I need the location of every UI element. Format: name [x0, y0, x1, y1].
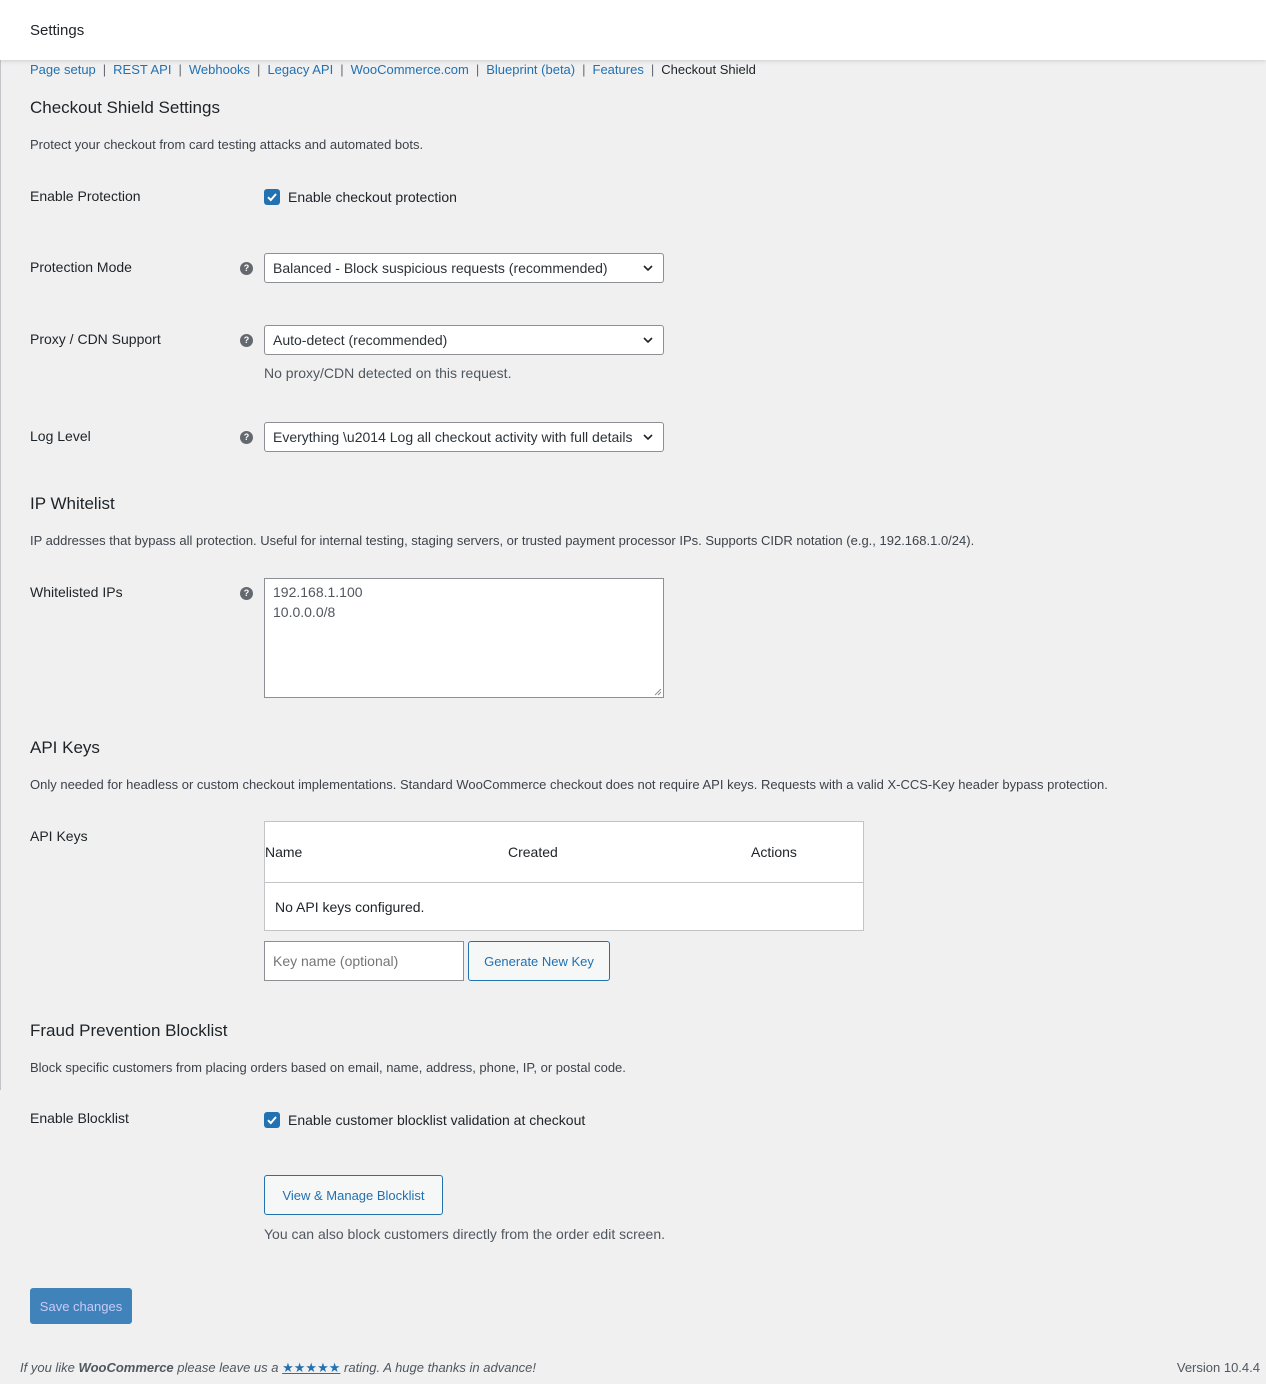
api-keys-empty-message: No API keys configured.	[275, 899, 425, 915]
enable-protection-label: Enable Protection	[30, 188, 141, 204]
rating-stars-link[interactable]: ★★★★★	[282, 1360, 340, 1375]
section-description-api-keys: Only needed for headless or custom check…	[30, 777, 1108, 792]
enable-blocklist-label: Enable Blocklist	[30, 1110, 129, 1126]
log-level-label: Log Level	[30, 428, 91, 444]
section-title-ip-whitelist: IP Whitelist	[30, 494, 115, 513]
subnav-separator: |	[340, 62, 344, 77]
footer-brand: WooCommerce	[78, 1360, 174, 1375]
proxy-cdn-selected: Auto-detect (recommended)	[273, 332, 448, 348]
protection-mode-label: Protection Mode	[30, 259, 132, 275]
chevron-down-icon	[643, 337, 653, 344]
view-manage-blocklist-button[interactable]: View & Manage Blocklist	[264, 1175, 443, 1215]
column-header-created: Created	[508, 844, 558, 860]
section-description-blocklist: Block specific customers from placing or…	[30, 1060, 626, 1075]
footer-text: please leave us a	[177, 1360, 279, 1375]
whitelisted-ips-label: Whitelisted IPs	[30, 584, 123, 600]
subnav-separator: |	[650, 62, 655, 77]
whitelisted-ips-textarea[interactable]: 192.168.1.100 10.0.0.0/8	[264, 578, 664, 698]
subnav-legacy-api[interactable]: Legacy API	[267, 62, 333, 77]
subnav-page-setup[interactable]: Page setup	[30, 62, 96, 77]
enable-blocklist-checkbox-label: Enable customer blocklist validation at …	[288, 1112, 586, 1128]
top-bar: Settings	[0, 0, 1266, 60]
subnav-blueprint[interactable]: Blueprint (beta)	[486, 62, 575, 77]
whitelisted-ip-line: 192.168.1.100	[273, 584, 363, 600]
version-text: Version 10.4.4	[1176, 1360, 1260, 1375]
left-divider	[0, 60, 1, 1090]
page-title: Settings	[30, 22, 85, 39]
subnav-rest-api[interactable]: REST API	[113, 62, 171, 77]
generate-new-key-button[interactable]: Generate New Key	[468, 941, 610, 981]
key-name-input[interactable]	[264, 941, 464, 981]
subnav-features[interactable]: Features	[593, 62, 644, 77]
save-changes-button[interactable]: Save changes	[30, 1288, 132, 1324]
question-circle-icon[interactable]: ?	[240, 334, 253, 347]
protection-mode-selected: Balanced - Block suspicious requests (re…	[273, 260, 608, 276]
footer-text: rating. A huge thanks in advance!	[344, 1360, 537, 1375]
enable-protection-checkbox[interactable]	[264, 189, 280, 205]
subnav-separator: |	[257, 62, 261, 77]
log-level-selected: Everything \u2014 Log all checkout activ…	[273, 429, 633, 445]
question-circle-icon[interactable]: ?	[240, 262, 253, 275]
footer-text: If you like	[20, 1360, 75, 1375]
settings-subnav: Page setup | REST API | Webhooks | Legacy API |…	[30, 62, 756, 77]
section-title-blocklist: Fraud Prevention Blocklist	[30, 1021, 228, 1040]
table-divider	[265, 882, 863, 883]
section-description-settings: Protect your checkout from card testing …	[30, 137, 424, 152]
subnav-separator: |	[178, 62, 182, 77]
log-level-select[interactable]: Everything \u2014 Log all checkout activ…	[264, 422, 664, 452]
protection-mode-select[interactable]: Balanced - Block suspicious requests (re…	[264, 253, 664, 283]
checkmark-icon	[267, 1116, 277, 1125]
api-keys-table: Name Created Actions No API keys configu…	[264, 821, 864, 931]
whitelisted-ip-line: 10.0.0.0/8	[273, 604, 336, 620]
subnav-woocommerce-com[interactable]: WooCommerce.com	[351, 62, 469, 77]
subnav-webhooks[interactable]: Webhooks	[189, 62, 250, 77]
subnav-separator: |	[475, 62, 480, 77]
section-title-api-keys: API Keys	[30, 738, 100, 757]
question-circle-icon[interactable]: ?	[240, 431, 253, 444]
section-description-ip-whitelist: IP addresses that bypass all protection.…	[30, 533, 975, 548]
resize-grip-icon[interactable]	[654, 688, 662, 696]
column-header-actions: Actions	[751, 844, 797, 860]
proxy-cdn-select[interactable]: Auto-detect (recommended)	[264, 325, 664, 355]
checkmark-icon	[267, 193, 277, 202]
subnav-current-checkout-shield: Checkout Shield	[661, 62, 756, 77]
footer-rating-text: If you like WooCommerce please leave us …	[20, 1360, 536, 1376]
blocklist-hint: You can also block customers directly fr…	[264, 1226, 666, 1242]
proxy-cdn-hint: No proxy/CDN detected on this request.	[264, 365, 512, 381]
proxy-cdn-label: Proxy / CDN Support	[30, 331, 161, 347]
subnav-separator: |	[582, 62, 586, 77]
section-title-settings: Checkout Shield Settings	[30, 98, 220, 117]
enable-blocklist-checkbox[interactable]	[264, 1112, 280, 1128]
enable-protection-checkbox-label: Enable checkout protection	[288, 189, 457, 205]
api-keys-label: API Keys	[30, 828, 88, 844]
subnav-separator: |	[102, 62, 107, 77]
question-circle-icon[interactable]: ?	[240, 587, 253, 600]
column-header-name: Name	[265, 844, 303, 860]
chevron-down-icon	[643, 434, 653, 441]
chevron-down-icon	[643, 265, 653, 272]
